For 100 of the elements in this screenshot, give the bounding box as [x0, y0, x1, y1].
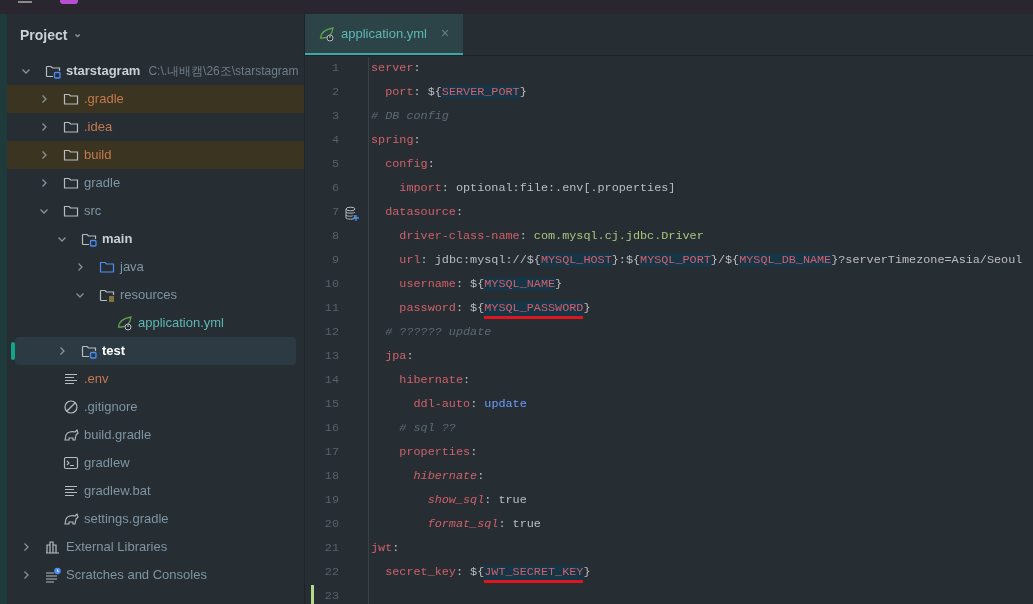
tree-item[interactable]: resources	[7, 281, 304, 309]
item-label: .idea	[84, 118, 113, 137]
terminal-icon	[63, 455, 79, 471]
folder-icon	[99, 259, 115, 275]
item-label: main	[102, 230, 133, 249]
tree-item[interactable]: build.gradle	[7, 421, 304, 449]
item-label: application.yml	[138, 314, 224, 333]
code-line: server:	[370, 60, 421, 78]
code-line: properties:	[398, 444, 478, 462]
leaf-icon	[117, 315, 133, 331]
item-label: .gitignore	[84, 398, 138, 417]
tree-item[interactable]: main	[7, 225, 304, 253]
folder-icon	[45, 63, 61, 79]
tab-label: application.yml	[341, 24, 427, 43]
code-line: # DB config	[370, 108, 449, 126]
chevron-down-icon[interactable]	[75, 290, 85, 300]
tree-item[interactable]: gradle	[7, 169, 304, 197]
code-line: jwt:	[370, 540, 400, 558]
leaf-icon	[319, 25, 335, 42]
item-label: build	[84, 146, 112, 165]
database-add-icon[interactable]	[344, 205, 359, 221]
code-line: datasource:	[384, 204, 464, 222]
item-path: C:\.내배캠\26조\starstagram	[148, 63, 299, 80]
chevron-right-icon[interactable]	[39, 150, 49, 160]
project-view-dropdown[interactable]: Project ⌄	[20, 25, 83, 46]
tree-item[interactable]: src	[7, 197, 304, 225]
item-label: Scratches and Consoles	[66, 566, 207, 585]
folder-icon	[81, 343, 97, 359]
code-line: # ?????? update	[384, 324, 492, 342]
folder-icon	[63, 119, 79, 135]
chevron-right-icon[interactable]	[39, 122, 49, 132]
code-line: import: optional:file:.env[.properties]	[398, 180, 676, 198]
code-line: spring:	[370, 132, 421, 150]
folder-icon	[63, 175, 79, 191]
code-line: username: ${MYSQL_NAME}	[398, 276, 563, 294]
library-icon	[45, 539, 61, 555]
folder-icon	[63, 91, 79, 107]
item-label: gradle	[84, 174, 121, 193]
tree-item[interactable]: starstagram C:\.내배캠\26조\starstagram	[7, 57, 304, 85]
folder-icon	[63, 203, 79, 219]
tree-item[interactable]: .gradle	[7, 85, 304, 113]
code-line: port: ${SERVER_PORT}	[384, 84, 527, 102]
item-label: settings.gradle	[84, 510, 169, 529]
code-line: # sql ??	[398, 420, 456, 438]
item-label: java	[120, 258, 144, 277]
item-label: src	[84, 202, 102, 221]
tree-item[interactable]: settings.gradle	[7, 505, 304, 533]
chevron-down-icon[interactable]	[57, 234, 67, 244]
item-label: .env	[84, 370, 109, 389]
code-line: hibernate:	[398, 372, 471, 390]
code-line: driver-class-name: com.mysql.cj.jdbc.Driver	[398, 228, 704, 246]
text-lines-icon	[63, 371, 79, 387]
text-lines-icon	[63, 483, 79, 499]
tree-item[interactable]: .gitignore	[7, 393, 304, 421]
item-label: starstagram	[66, 62, 141, 81]
elephant-icon	[63, 511, 79, 527]
code-line: secret_key: ${JWT_SECRET_KEY}	[369, 564, 591, 582]
tree-item[interactable]: application.yml	[7, 309, 304, 337]
tree-item[interactable]: External Libraries	[7, 533, 304, 561]
code-line: ddl-auto: update	[412, 396, 527, 414]
tree-item[interactable]: gradlew	[7, 449, 304, 477]
tree-item[interactable]: Scratches and Consoles	[7, 561, 304, 589]
code-line: config:	[384, 156, 435, 174]
tree-item[interactable]: build	[7, 141, 304, 169]
chevron-down-icon[interactable]	[21, 66, 31, 76]
chevron-right-icon[interactable]	[75, 262, 85, 272]
tree-item[interactable]: .idea	[7, 113, 304, 141]
chevron-right-icon[interactable]	[21, 570, 31, 580]
close-button[interactable]: ×	[441, 23, 450, 44]
chevron-right-icon[interactable]	[57, 346, 67, 356]
code-line: show_sql: true	[426, 492, 527, 510]
chevron-right-icon[interactable]	[39, 94, 49, 104]
chevron-down-icon[interactable]	[39, 206, 49, 216]
chevron-right-icon[interactable]	[39, 178, 49, 188]
editor-tab[interactable]: application.yml ×	[305, 14, 464, 55]
item-label: resources	[120, 286, 178, 305]
tree-item[interactable]: java	[7, 253, 304, 281]
code-line: url: jdbc:mysql://${MYSQL_HOST}:${MYSQL_PORT}/${MYSQL_DB_NAME}?serverTimezone=Asia/Seoul	[398, 252, 1023, 270]
item-label: .gradle	[84, 90, 124, 109]
code-line: jpa:	[384, 348, 414, 366]
prohibited-icon	[63, 399, 79, 415]
app-logo-icon	[60, 0, 78, 6]
folder-icon	[63, 147, 79, 163]
item-label: External Libraries	[66, 538, 168, 557]
tree-item[interactable]: gradlew.bat	[7, 477, 304, 505]
chevron-right-icon[interactable]	[21, 542, 31, 552]
item-label: build.gradle	[84, 426, 152, 445]
scratch-list-icon	[45, 567, 61, 583]
selection-marker	[11, 342, 15, 360]
folder-icon	[81, 231, 97, 247]
code-line: format_sql: true	[426, 516, 541, 534]
code-line: hibernate:	[412, 468, 485, 486]
item-label: gradlew.bat	[84, 482, 151, 501]
menu-icon[interactable]	[18, 0, 32, 6]
folder-icon	[99, 287, 115, 303]
item-label: test	[102, 342, 126, 361]
item-label: gradlew	[84, 454, 130, 473]
code-line: password: ${MYSQL_PASSWORD}	[369, 300, 591, 318]
elephant-icon	[63, 427, 79, 443]
tree-item[interactable]: .env	[7, 365, 304, 393]
